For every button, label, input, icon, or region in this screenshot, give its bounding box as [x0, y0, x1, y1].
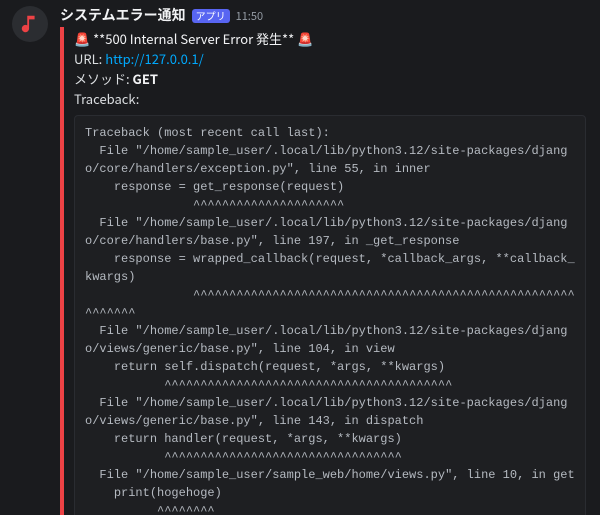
message-header: システムエラー通知 アプリ 11:50: [60, 6, 588, 25]
embed-title-text: 500 Internal Server Error 発生: [105, 29, 282, 48]
siren-icon: ** 🚨: [282, 29, 313, 48]
url-link[interactable]: http://127.0.0.1/: [105, 49, 204, 68]
message-timestamp: 11:50: [236, 7, 263, 25]
method-label: メソッド:: [74, 69, 133, 88]
app-badge: アプリ: [192, 9, 230, 23]
message-content: システムエラー通知 アプリ 11:50 🚨 **500 Internal Ser…: [60, 6, 588, 515]
author-name[interactable]: システムエラー通知: [60, 6, 186, 24]
chat-message: システムエラー通知 アプリ 11:50 🚨 **500 Internal Ser…: [0, 0, 600, 515]
traceback-label: Traceback:: [74, 89, 588, 109]
siren-icon: 🚨 **: [74, 29, 105, 48]
bot-avatar[interactable]: [12, 6, 48, 42]
music-note-icon: [19, 13, 41, 35]
embed-title: 🚨 **500 Internal Server Error 発生** 🚨: [74, 29, 588, 49]
method-line: メソッド: GET: [74, 69, 588, 89]
url-label: URL:: [74, 49, 105, 68]
error-embed: 🚨 **500 Internal Server Error 発生** 🚨 URL…: [60, 27, 588, 515]
method-value: GET: [133, 69, 158, 88]
url-line: URL: http://127.0.0.1/: [74, 49, 588, 69]
traceback-codeblock[interactable]: Traceback (most recent call last): File …: [74, 115, 586, 515]
